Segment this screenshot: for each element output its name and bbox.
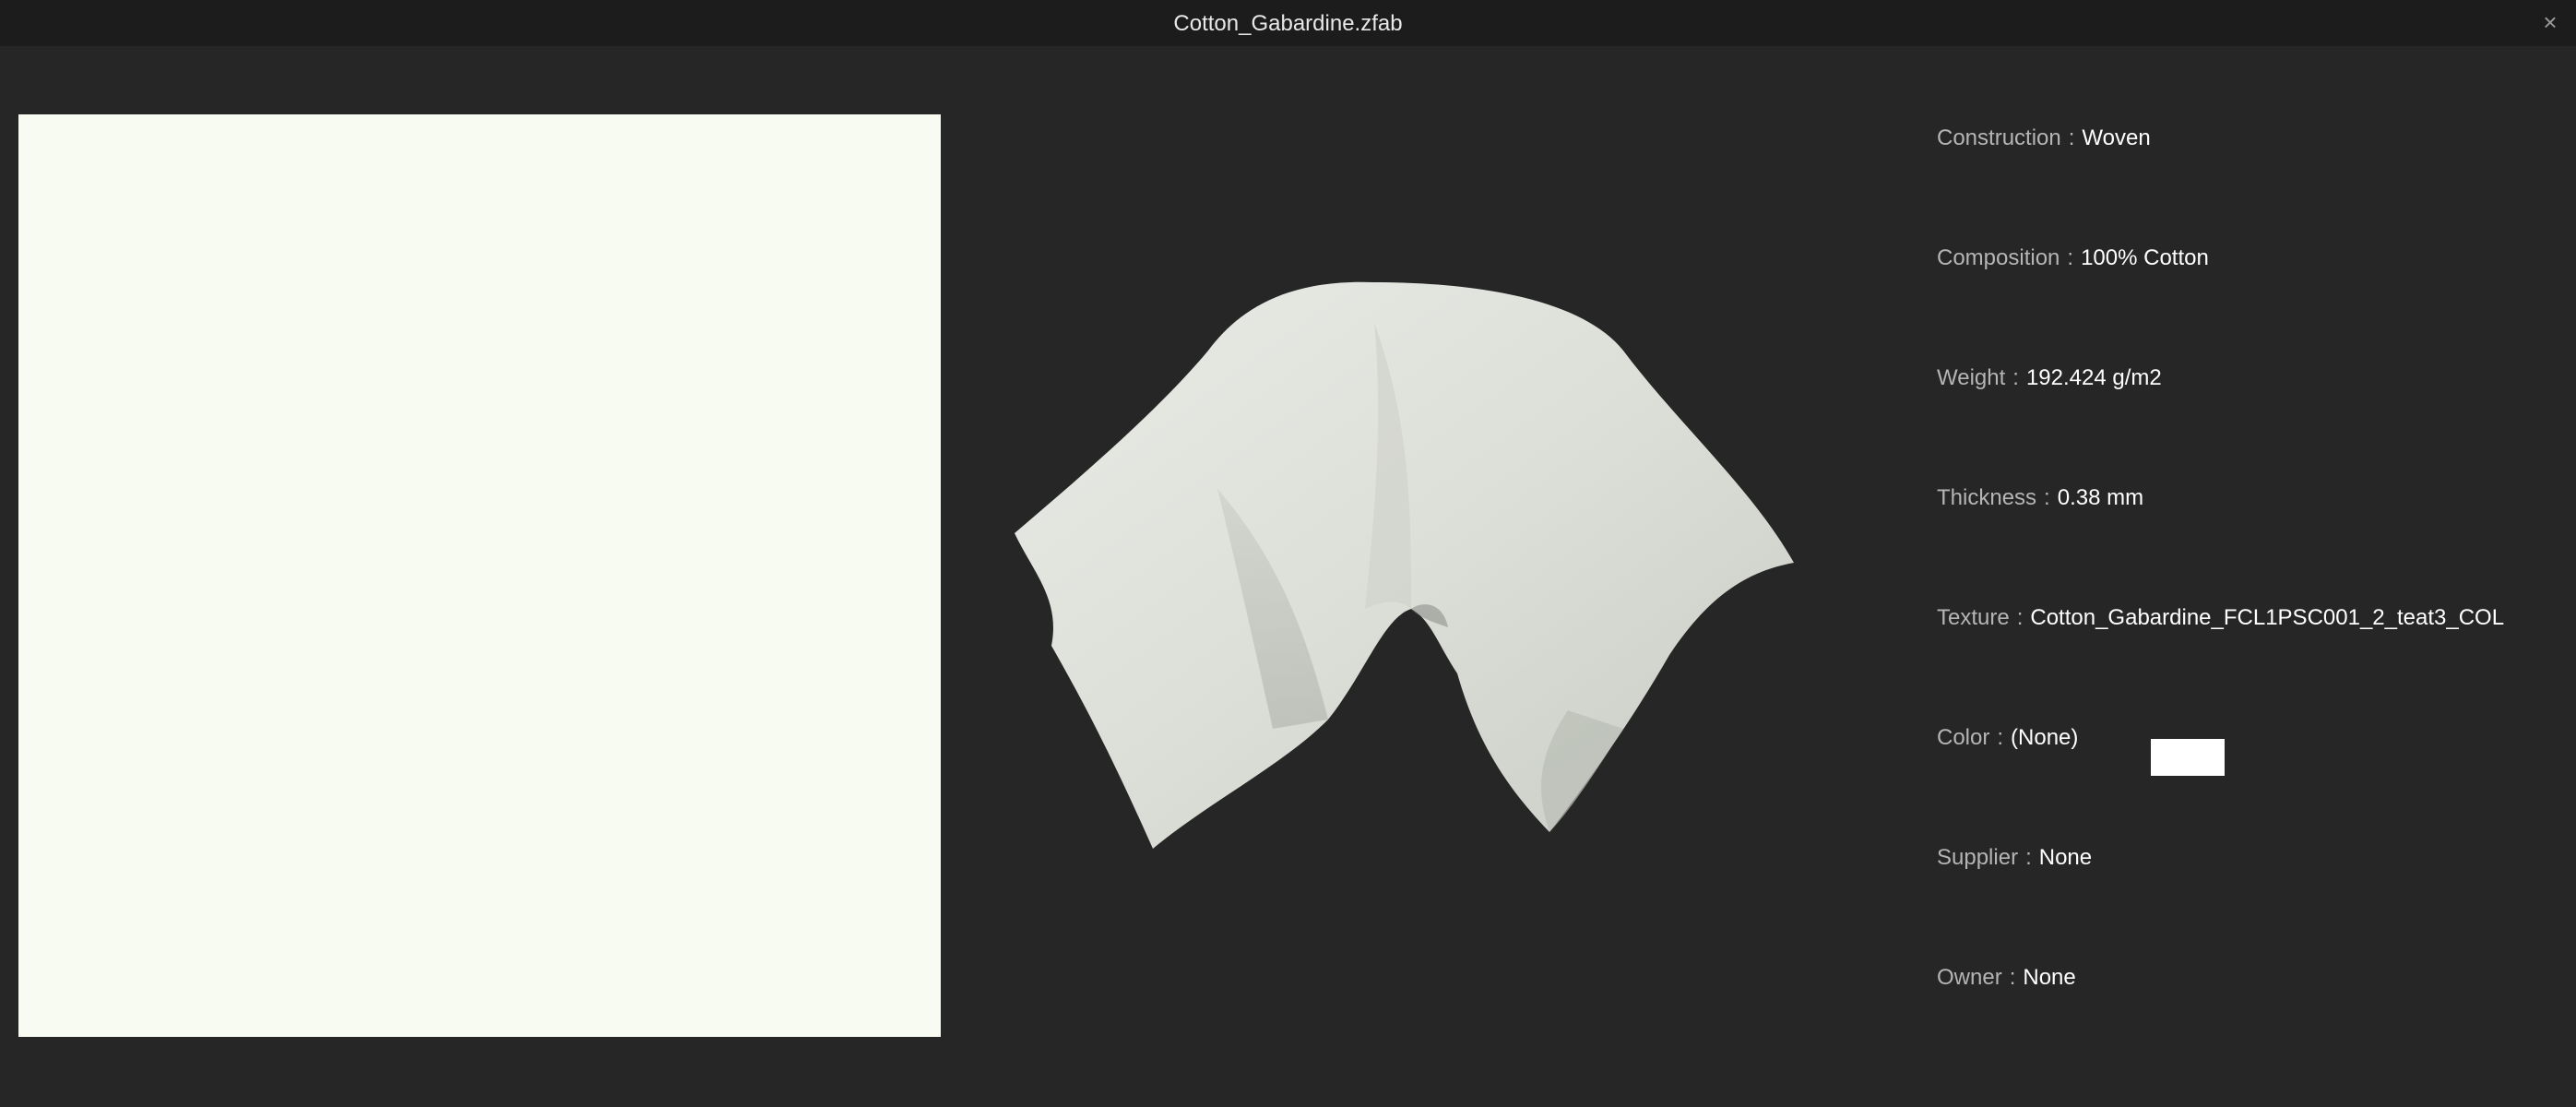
window-title: Cotton_Gabardine.zfab	[1173, 11, 1403, 36]
texture-value: Cotton_Gabardine_FCL1PSC001_2_teat3_COL	[2030, 605, 2505, 630]
weight-row: Weight:192.424 g/m2	[1937, 360, 2162, 397]
fabric-drape-preview	[1015, 281, 1794, 849]
separator: :	[2068, 125, 2075, 150]
composition-value: 100% Cotton	[2081, 245, 2209, 270]
construction-label: Construction	[1937, 125, 2061, 150]
texture-label: Texture	[1937, 605, 2010, 630]
weight-value: 192.424 g/m2	[2025, 365, 2162, 390]
texture-row: Texture: Cotton_Gabardine_FCL1PSC001_2_te…	[1937, 600, 2504, 637]
separator: :	[2044, 485, 2050, 510]
color-label: Color	[1937, 725, 1990, 750]
construction-row: Construction: Woven	[1937, 120, 2151, 157]
supplier-label: Supplier	[1937, 845, 2019, 870]
separator: :	[2067, 245, 2074, 270]
color-chip[interactable]	[2151, 739, 2225, 776]
construction-value: Woven	[2082, 125, 2151, 150]
thickness-row: Thickness:0.38 mm	[1937, 480, 2143, 517]
draped-fabric-icon	[1015, 281, 1794, 849]
separator: :	[2009, 965, 2016, 990]
thickness-value: 0.38 mm	[2057, 485, 2144, 510]
composition-row: Composition:100% Cotton	[1937, 240, 2209, 277]
fabric-info-window: Cotton_Gabardine.zfab × Construction: Wo…	[0, 0, 2576, 1107]
title-bar: Cotton_Gabardine.zfab ×	[0, 0, 2576, 46]
weight-label: Weight	[1937, 365, 2006, 390]
separator: :	[2025, 845, 2032, 870]
separator: :	[1997, 725, 2004, 750]
supplier-value: None	[2038, 845, 2093, 870]
thickness-label: Thickness	[1937, 485, 2037, 510]
texture-swatch	[18, 114, 941, 1037]
color-value: (None)	[2011, 725, 2079, 750]
composition-label: Composition	[1937, 245, 2060, 270]
owner-label: Owner	[1937, 965, 2002, 990]
owner-row: Owner: None	[1937, 959, 2076, 996]
owner-value: None	[2023, 965, 2076, 990]
color-row: Color: (None)	[1937, 720, 2078, 756]
separator: :	[2016, 605, 2024, 630]
close-icon[interactable]: ×	[2535, 7, 2565, 37]
supplier-row: Supplier: None	[1937, 839, 2092, 876]
separator: :	[2012, 365, 2019, 390]
